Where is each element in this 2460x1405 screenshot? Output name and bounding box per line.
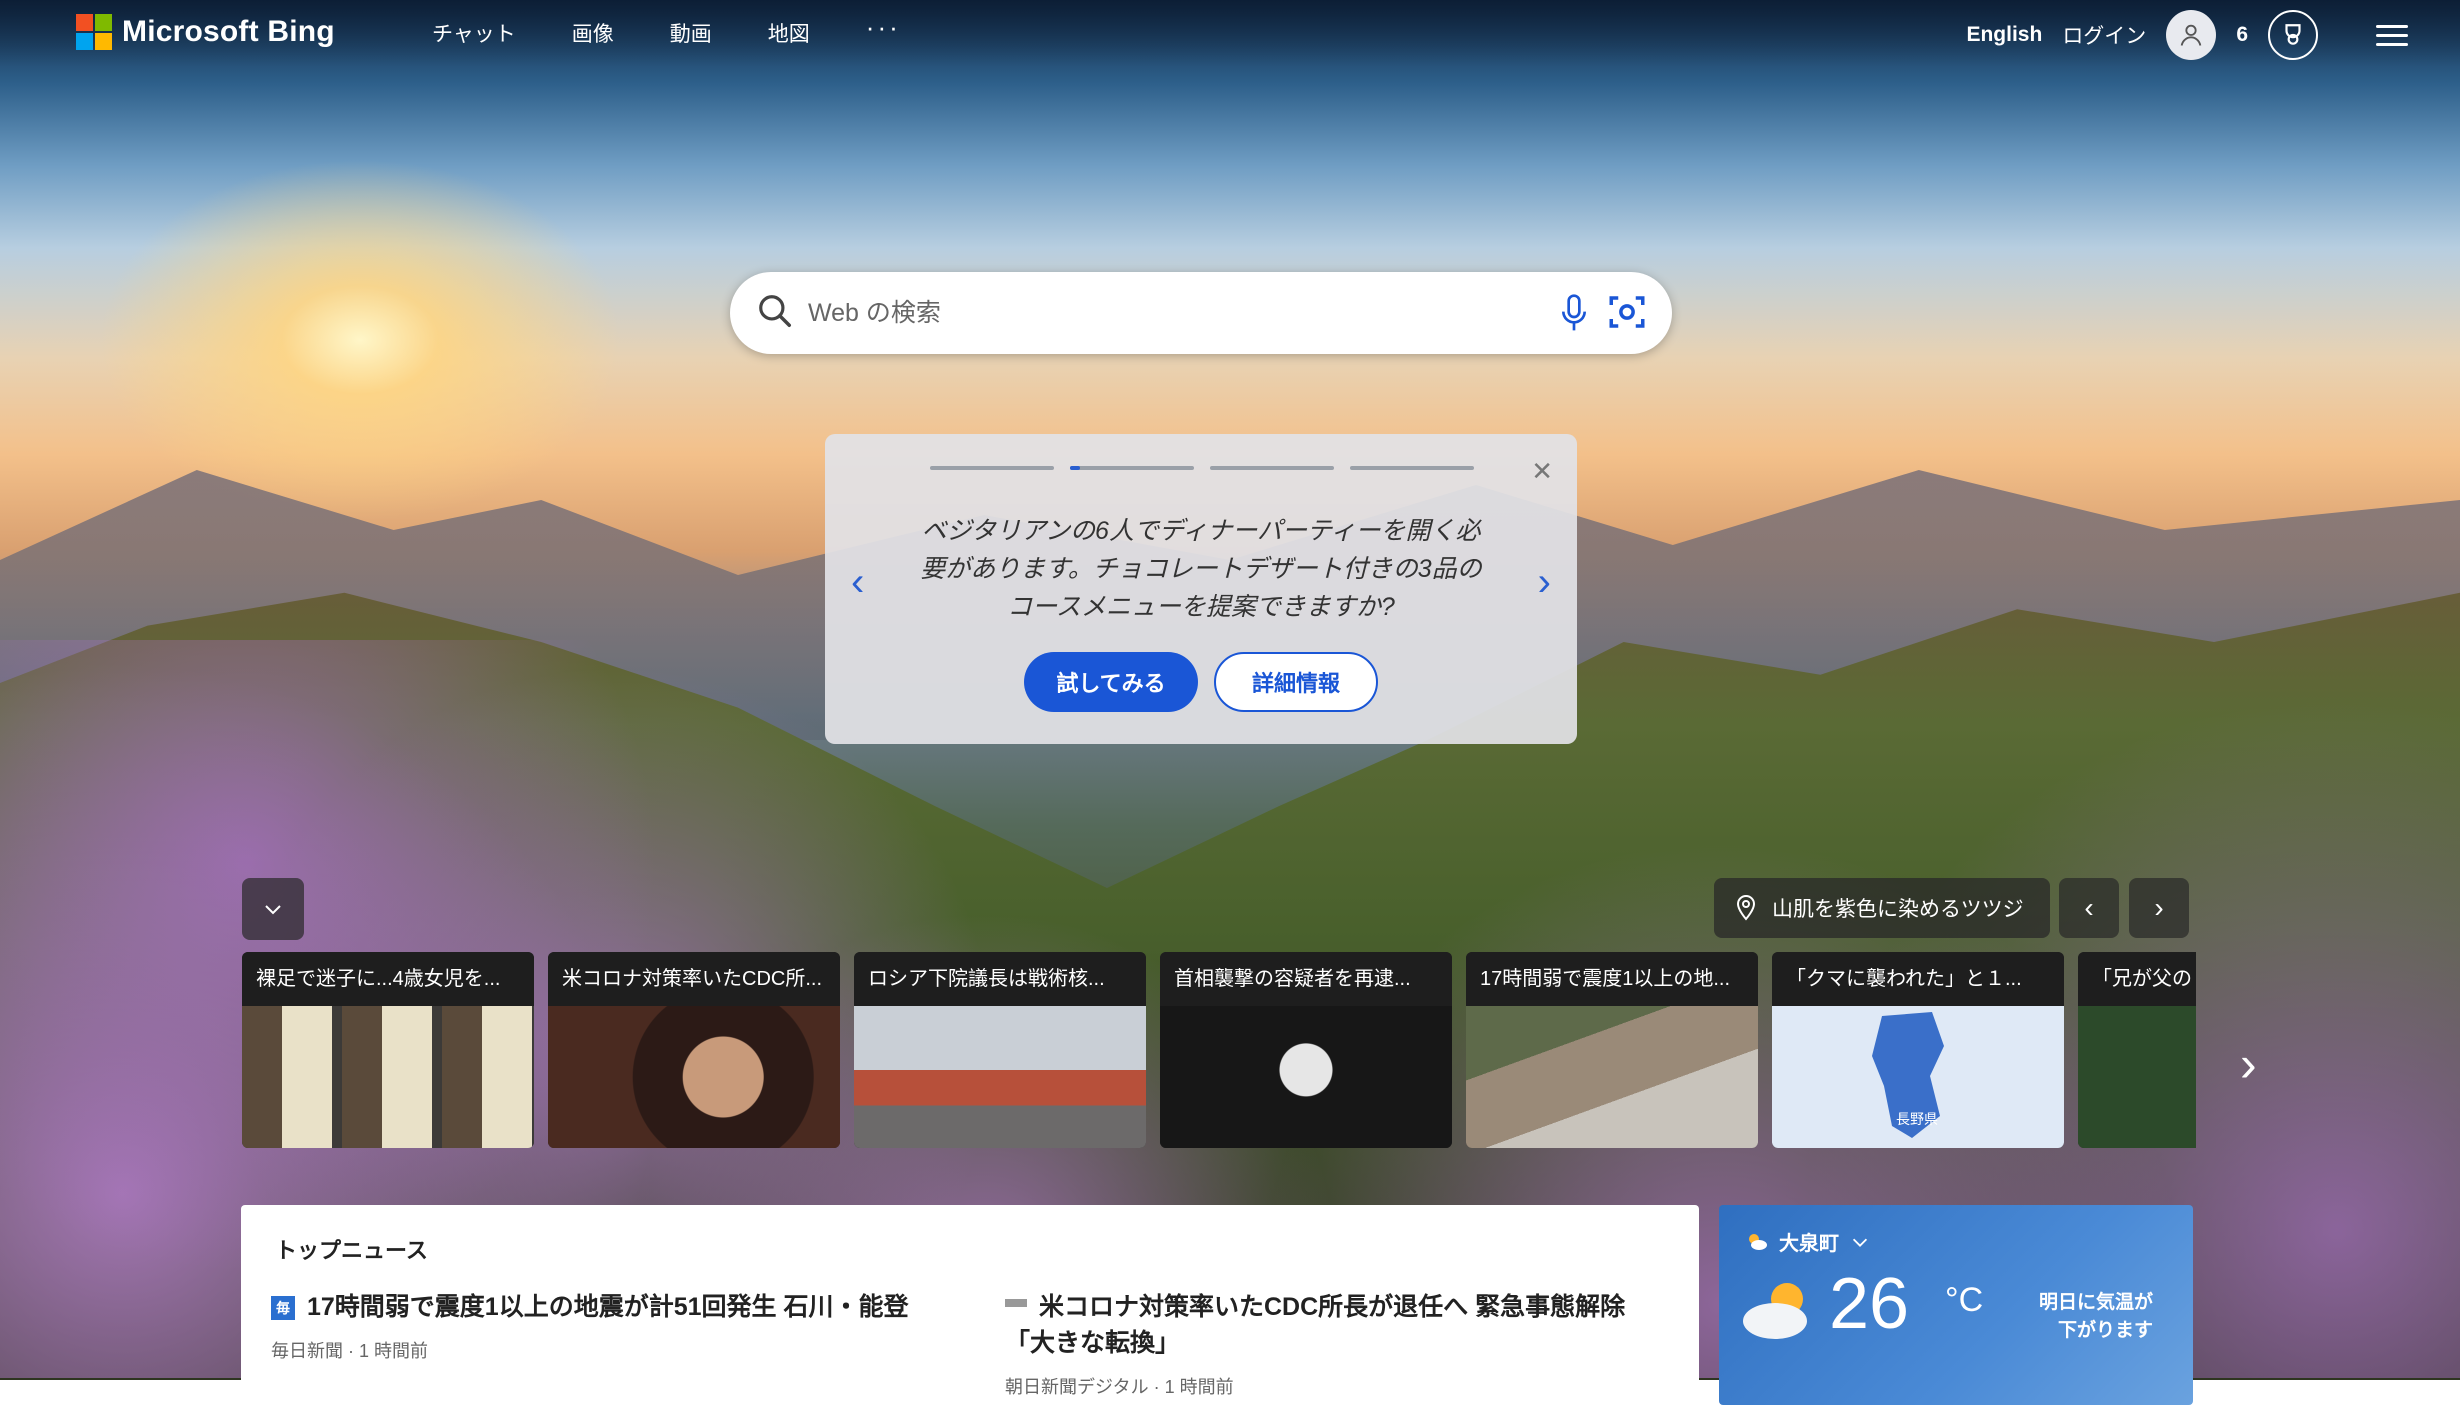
collapse-button[interactable] xyxy=(242,878,304,940)
news-card-image xyxy=(242,1006,534,1148)
next-image-button[interactable]: › xyxy=(2129,878,2189,938)
previous-image-button[interactable]: ‹ xyxy=(2059,878,2119,938)
news-card-image xyxy=(548,1006,840,1148)
news-card-title: 米コロナ対策率いたCDC所... xyxy=(548,952,840,1006)
prefecture-map: 長野県 xyxy=(1872,1012,1944,1138)
microsoft-logo-icon xyxy=(76,14,112,50)
news-card-image xyxy=(854,1006,1146,1148)
login-link[interactable]: ログイン xyxy=(2062,20,2146,50)
bing-logo[interactable]: Microsoft Bing xyxy=(76,14,335,50)
search-input[interactable] xyxy=(806,297,1510,329)
news-card-image: 長野県 xyxy=(1772,1006,2064,1148)
news-article[interactable]: 毎 17時間弱で震度1以上の地震が計51回発生 石川・能登 毎日新聞 · 1 時間… xyxy=(271,1289,911,1369)
promo-dot[interactable] xyxy=(930,466,1054,470)
article-meta: 毎日新聞 · 1 時間前 xyxy=(271,1341,429,1361)
rewards-count: 6 xyxy=(2236,23,2248,46)
weather-alert-line2: 下がります xyxy=(2057,1320,2153,1341)
news-card[interactable]: 米コロナ対策率いたCDC所... xyxy=(548,952,840,1148)
temperature-unit: °C xyxy=(1945,1281,1984,1319)
news-card-title: 17時間弱で震度1以上の地... xyxy=(1466,952,1758,1006)
chevron-down-icon xyxy=(265,905,281,915)
chat-promo-card: ✕ ‹ ベジタリアンの6人でディナーパーティーを開く必要があります。チョコレート… xyxy=(825,434,1577,744)
news-card[interactable]: 首相襲撃の容疑者を再逮... xyxy=(1160,952,1452,1148)
promo-progress xyxy=(930,466,1474,470)
rewards-trophy-icon[interactable] xyxy=(2268,10,2318,60)
chevron-right-icon[interactable]: › xyxy=(1538,560,1551,605)
weather-location[interactable]: 大泉町 xyxy=(1745,1227,1871,1256)
news-article[interactable]: 米コロナ対策率いたCDC所長が退任へ 緊急事態解除「大きな転換」 朝日新聞デジタ… xyxy=(1005,1289,1645,1405)
news-card-image xyxy=(1466,1006,1758,1148)
news-card-title: 首相襲撃の容疑者を再逮... xyxy=(1160,952,1452,1006)
microphone-icon[interactable] xyxy=(1558,292,1590,339)
weather-alert[interactable]: 明日に気温が 下がります xyxy=(2039,1289,2153,1345)
article-title: 17時間弱で震度1以上の地震が計51回発生 石川・能登 xyxy=(307,1293,909,1321)
top-news-heading: トップニュース xyxy=(275,1238,428,1263)
news-card-title: ロシア下院議長は戦術核... xyxy=(854,952,1146,1006)
news-card-title: 「クマに襲われた」と１... xyxy=(1772,952,2064,1006)
promo-text: ベジタリアンの6人でディナーパーティーを開く必要があります。チョコレートデザート… xyxy=(920,517,1482,621)
news-card-title: 「兄が父の xyxy=(2078,952,2196,1006)
location-pin-icon xyxy=(1736,894,1756,921)
nav-more[interactable]: ··· xyxy=(866,12,901,48)
visual-search-icon[interactable] xyxy=(1606,291,1648,338)
partly-cloudy-icon xyxy=(1743,1283,1807,1339)
news-card-image xyxy=(1160,1006,1452,1148)
map-label: 長野県 xyxy=(1896,1111,1938,1127)
search-box xyxy=(730,272,1672,354)
user-avatar-icon[interactable] xyxy=(2166,10,2217,60)
news-card[interactable]: 「兄が父の xyxy=(2078,952,2196,1148)
weather-card[interactable]: 大泉町 26 °C 明日に気温が 下がります xyxy=(1719,1205,2193,1405)
promo-dot-active[interactable] xyxy=(1070,466,1194,470)
promo-dot[interactable] xyxy=(1350,466,1474,470)
search-icon[interactable] xyxy=(756,292,794,335)
partly-cloudy-icon xyxy=(1749,1233,1767,1250)
asahi-logo-icon xyxy=(1005,1299,1027,1307)
promo-dot[interactable] xyxy=(1210,466,1334,470)
news-card[interactable]: 17時間弱で震度1以上の地... xyxy=(1466,952,1758,1148)
article-meta: 朝日新聞デジタル · 1 時間前 xyxy=(1005,1377,1234,1397)
language-link[interactable]: English xyxy=(1966,23,2042,47)
news-carousel: 裸足で迷子に...4歳女児を... 米コロナ対策率いたCDC所... ロシア下院… xyxy=(242,952,2196,1148)
mainichi-logo-icon: 毎 xyxy=(271,1296,295,1320)
chevron-left-icon: ‹ xyxy=(2084,892,2094,923)
news-card[interactable]: ロシア下院議長は戦術核... xyxy=(854,952,1146,1148)
news-card[interactable]: 裸足で迷子に...4歳女児を... xyxy=(242,952,534,1148)
article-title: 米コロナ対策率いたCDC所長が退任へ 緊急事態解除「大きな転換」 xyxy=(1005,1293,1626,1357)
menu-icon[interactable] xyxy=(2376,24,2408,46)
chevron-right-icon: › xyxy=(2154,892,2164,923)
header-right: English ログイン 6 xyxy=(1966,10,2408,60)
chevron-left-icon[interactable]: ‹ xyxy=(851,560,864,605)
top-bar: Microsoft Bing チャット 画像 動画 地図 ··· English… xyxy=(0,0,2460,66)
try-button[interactable]: 試してみる xyxy=(1024,652,1198,712)
weather-location-name: 大泉町 xyxy=(1779,1233,1839,1255)
news-card-title: 裸足で迷子に...4歳女児を... xyxy=(242,952,534,1006)
main-nav: チャット 画像 動画 地図 ··· xyxy=(432,12,901,48)
nav-videos[interactable]: 動画 xyxy=(670,18,712,48)
chevron-down-icon xyxy=(1852,1238,1868,1247)
brand-name: Microsoft Bing xyxy=(122,15,335,48)
nav-images[interactable]: 画像 xyxy=(572,18,614,48)
more-info-button[interactable]: 詳細情報 xyxy=(1214,652,1378,712)
top-news-panel: トップニュース 毎 17時間弱で震度1以上の地震が計51回発生 石川・能登 毎日新… xyxy=(241,1205,1699,1405)
news-card-image xyxy=(2078,1006,2196,1148)
chevron-right-icon[interactable]: › xyxy=(2240,1035,2257,1093)
image-caption-text: 山肌を紫色に染めるツツジ xyxy=(1772,898,2024,921)
nav-chat[interactable]: チャット xyxy=(432,18,516,48)
close-icon[interactable]: ✕ xyxy=(1531,456,1553,487)
nav-maps[interactable]: 地図 xyxy=(768,18,810,48)
temperature: 26 xyxy=(1829,1264,1910,1344)
weather-alert-line1: 明日に気温が xyxy=(2038,1292,2153,1313)
news-card[interactable]: 「クマに襲われた」と１... 長野県 xyxy=(1772,952,2064,1148)
image-caption[interactable]: 山肌を紫色に染めるツツジ xyxy=(1714,878,2050,938)
